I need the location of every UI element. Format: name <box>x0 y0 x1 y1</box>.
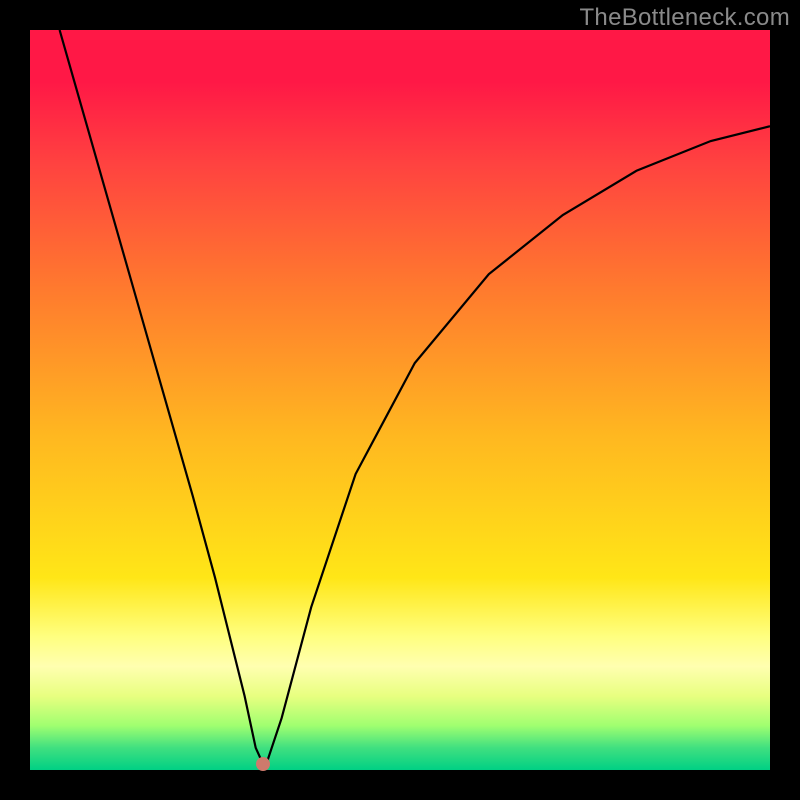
optimal-point-marker <box>256 757 270 771</box>
watermark-text: TheBottleneck.com <box>579 4 790 32</box>
chart-frame: TheBottleneck.com <box>0 0 800 800</box>
plot-area <box>30 30 770 770</box>
bottleneck-curve <box>30 30 770 770</box>
